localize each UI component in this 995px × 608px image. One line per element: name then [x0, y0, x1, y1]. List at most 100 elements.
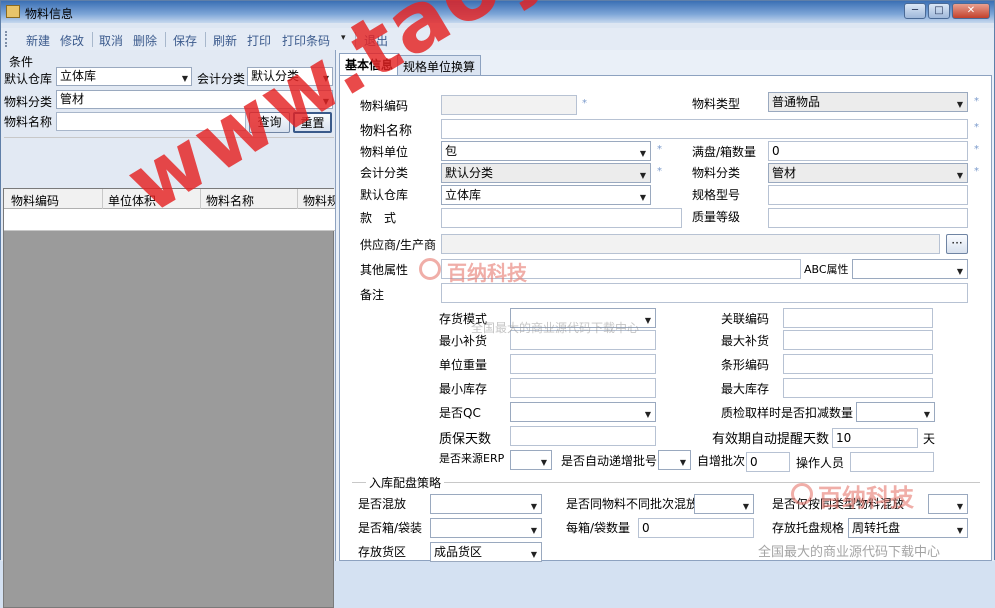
watermark-logo-text-2: 百纳科技	[818, 484, 914, 512]
expiry-alert-input[interactable]: 10	[832, 428, 918, 448]
grid-col-volume[interactable]: 单位体积	[108, 192, 198, 209]
auto-batch-select[interactable]: ▼	[658, 450, 691, 470]
from-erp-select[interactable]: ▼	[510, 450, 552, 470]
chevron-down-icon: ▼	[639, 193, 646, 202]
boxed-select[interactable]: ▼	[430, 518, 542, 538]
toolbar-separator	[92, 32, 93, 47]
print-barcode-button[interactable]: 打印条码	[282, 32, 330, 49]
toolbar-grip[interactable]	[5, 31, 9, 47]
window-title: 物料信息	[25, 7, 74, 21]
required-marker-icon: *	[974, 144, 979, 155]
refresh-button[interactable]: 刷新	[213, 32, 237, 49]
warehouse-select[interactable]: 立体库 ▼	[56, 67, 192, 86]
material-code-input[interactable]	[441, 95, 577, 115]
close-button[interactable]: ✕	[952, 3, 990, 19]
grid-col-code[interactable]: 物料编码	[11, 192, 101, 209]
material-name-input[interactable]	[441, 119, 968, 139]
print-dropdown-icon[interactable]: ▾	[341, 33, 346, 43]
chevron-down-icon: ▼	[540, 458, 547, 467]
related-code-input[interactable]	[783, 308, 933, 328]
box-count-input[interactable]: 0	[638, 518, 754, 538]
barcode-input[interactable]	[783, 354, 933, 374]
spec-input[interactable]	[768, 185, 968, 205]
material-grid[interactable]: 物料编码 单位体积 物料名称 物料规	[3, 188, 335, 608]
pallet-spec-label: 存放托盘规格	[772, 521, 845, 535]
window-app-icon	[6, 5, 20, 18]
shelf-life-input[interactable]	[510, 426, 656, 446]
warehouse-select[interactable]: 立体库 ▼	[441, 185, 651, 205]
print-button[interactable]: 打印	[247, 32, 271, 49]
same-class-select[interactable]: ▼	[928, 494, 968, 514]
supplier-input[interactable]	[441, 234, 940, 254]
account-class-select[interactable]: 默认分类 ▼	[247, 67, 333, 86]
edit-button[interactable]: 修改	[60, 32, 84, 49]
operator-input[interactable]	[850, 452, 934, 472]
material-class-select[interactable]: 管材 ▼	[56, 90, 333, 109]
tab-unit-conversion[interactable]: 规格单位换算	[397, 55, 482, 75]
remark-input[interactable]	[441, 283, 968, 303]
unit-weight-input[interactable]	[510, 354, 656, 374]
mixed-batch-select[interactable]: ▼	[694, 494, 754, 514]
mixed-label: 是否混放	[358, 497, 407, 511]
auto-batch-no-input[interactable]: 0	[746, 452, 790, 472]
watermark-logo-sub: 全国最大的商业源代码下载中心	[471, 321, 640, 335]
material-type-select[interactable]: 普通物品 ▼	[768, 92, 968, 112]
barcode-label: 条形编码	[721, 358, 770, 372]
account-class-label: 会计分类	[360, 166, 409, 180]
required-marker-icon: *	[974, 122, 979, 133]
material-class-select-value: 管材	[60, 92, 85, 106]
required-marker-icon: *	[974, 96, 979, 107]
chevron-down-icon: ▼	[639, 171, 646, 180]
chevron-down-icon: ▼	[956, 502, 963, 511]
boxed-label: 是否箱/袋装	[358, 521, 423, 535]
pallet-spec-select[interactable]: 周转托盘 ▼	[848, 518, 968, 538]
grid-col-spec[interactable]: 物料规	[303, 192, 335, 209]
maximize-button[interactable]: □	[928, 3, 950, 19]
table-row[interactable]	[4, 209, 335, 231]
watermark-footer: 全国最大的商业源代码下载中心	[758, 545, 941, 560]
unit-weight-label: 单位重量	[439, 358, 488, 372]
save-button[interactable]: 保存	[173, 32, 197, 49]
material-name-label: 物料名称	[360, 124, 413, 139]
chevron-down-icon: ▼	[679, 458, 686, 467]
cancel-button[interactable]: 取消	[99, 32, 123, 49]
max-stock-input[interactable]	[783, 378, 933, 398]
min-stock-input[interactable]	[510, 378, 656, 398]
chevron-down-icon: ▼	[956, 526, 963, 535]
search-panel: 条件 默认仓库 立体库 ▼ 会计分类 默认分类 ▼ 物料分类 管材 ▼ 物料名称 查询…	[1, 50, 336, 608]
reset-button[interactable]: 重置	[293, 112, 332, 133]
watermark-logo-icon	[419, 258, 441, 280]
tab-basic-info[interactable]: 基本信息	[339, 53, 400, 76]
box-qty-input[interactable]: 0	[768, 141, 968, 161]
other-attr-label: 其他属性	[360, 263, 409, 277]
supplier-browse-button[interactable]: ···	[946, 234, 968, 254]
material-name-input[interactable]	[56, 112, 246, 131]
toolbar-separator	[165, 32, 166, 47]
qc-deduct-select[interactable]: ▼	[856, 402, 935, 422]
mixed-select[interactable]: ▼	[430, 494, 542, 514]
grid-col-name[interactable]: 物料名称	[206, 192, 296, 209]
material-class-select[interactable]: 管材 ▼	[768, 163, 968, 183]
delete-button[interactable]: 删除	[133, 32, 157, 49]
chevron-down-icon: ▼	[322, 97, 329, 106]
exit-button[interactable]: 退出	[364, 32, 388, 49]
abc-select[interactable]: ▼	[852, 259, 968, 279]
toolbar: 新建 修改 取消 删除 保存 刷新 打印 打印条码 ▾ 退出	[1, 28, 994, 50]
quality-level-input[interactable]	[768, 208, 968, 228]
is-qc-select[interactable]: ▼	[510, 402, 656, 422]
unit-select[interactable]: 包 ▼	[441, 141, 651, 161]
max-replenish-input[interactable]	[783, 330, 933, 350]
auto-batch-label: 是否自动递增批号	[561, 454, 658, 468]
operator-label: 操作人员	[796, 456, 845, 470]
grid-header: 物料编码 单位体积 物料名称 物料规	[4, 189, 335, 231]
query-button[interactable]: 查询	[249, 112, 290, 133]
account-class-select-value: 默认分类	[251, 69, 300, 83]
storage-area-select[interactable]: 成品货区 ▼	[430, 542, 542, 562]
new-button[interactable]: 新建	[26, 32, 50, 49]
is-qc-label: 是否QC	[439, 406, 481, 420]
strategy-group-title: 入库配盘策略	[366, 474, 445, 491]
minimize-button[interactable]: ─	[904, 3, 926, 19]
account-class-select[interactable]: 默认分类 ▼	[441, 163, 651, 183]
style-input[interactable]	[441, 208, 682, 228]
material-class-label: 物料分类	[4, 95, 53, 109]
